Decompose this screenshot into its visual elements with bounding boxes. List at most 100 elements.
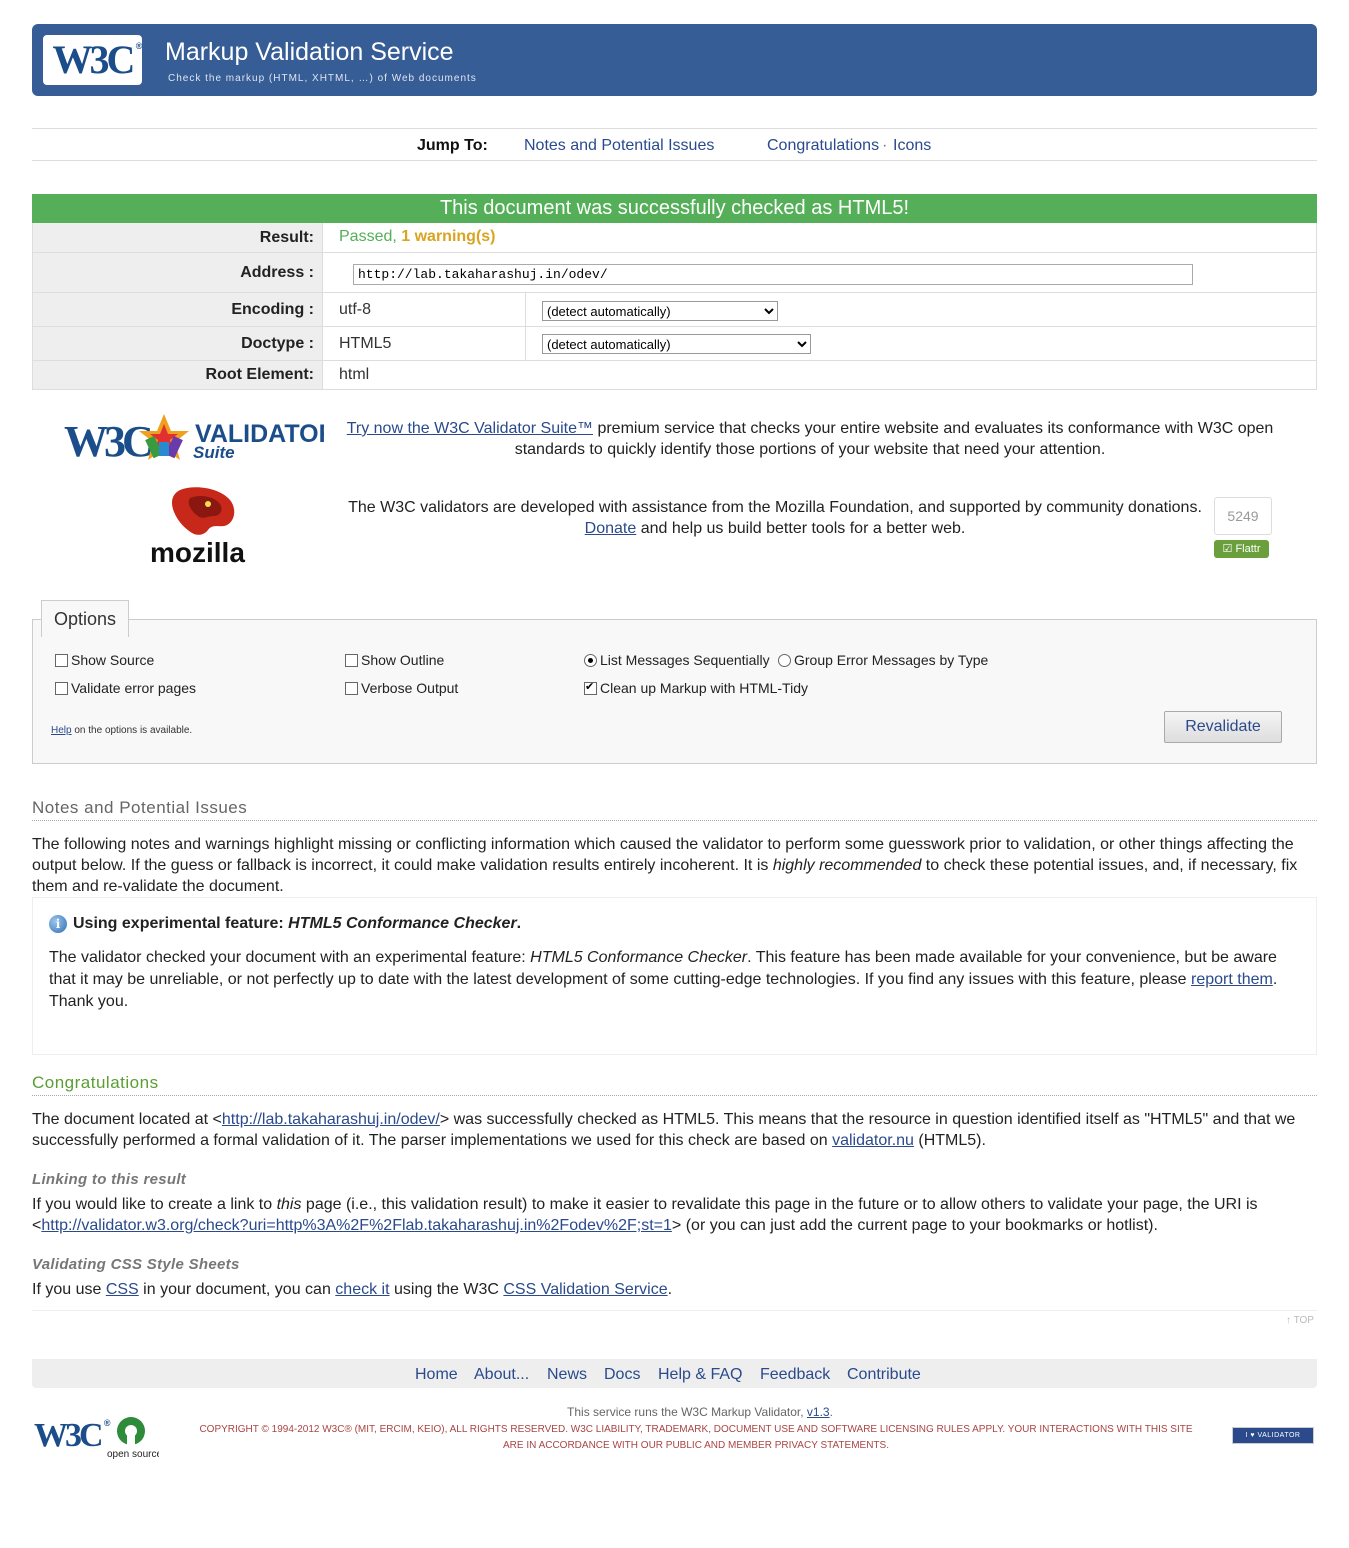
list-sequential-radio[interactable] <box>584 653 597 667</box>
encoding-label: Encoding : <box>33 293 323 326</box>
mozilla-word: mozilla <box>150 537 245 566</box>
result-value: Passed, 1 warning(s) <box>339 228 496 246</box>
css-validation-text: If you use CSS in your document, you can… <box>32 1279 1317 1300</box>
css-validation-service-link[interactable]: CSS Validation Service <box>503 1281 667 1298</box>
footer-link-help-faq[interactable]: Help & FAQ <box>658 1366 742 1384</box>
copyright-text: COPYRIGHT © 1994-2012 W3C® (MIT, ERCIM, … <box>199 1424 1193 1451</box>
congratulations-section-title: Congratulations <box>32 1073 1317 1096</box>
validate-error-pages-label: Validate error pages <box>71 680 197 696</box>
verbose-output-option[interactable]: Verbose Output <box>345 680 458 696</box>
validator-suite-link[interactable]: Try now the W3C Validator Suite™ <box>347 420 593 437</box>
validator-suite-promo: Try now the W3C Validator Suite™ premium… <box>340 418 1280 460</box>
footer-nav: Home About... News Docs Help & FAQ Feedb… <box>32 1359 1317 1388</box>
linking-text-1: If you would like to create a link to <box>32 1196 277 1213</box>
open-source-logo[interactable]: open source <box>107 1415 162 1461</box>
verbose-output-checkbox[interactable] <box>345 681 358 695</box>
notes-intro: The following notes and warnings highlig… <box>32 834 1317 897</box>
page-subtitle: Check the markup (HTML, XHTML, …) of Web… <box>168 73 477 84</box>
msg-title-text: Using experimental feature: <box>73 915 289 932</box>
revalidate-button[interactable]: Revalidate <box>1164 711 1282 743</box>
result-passed: Passed, <box>339 228 397 245</box>
footer-runs-prefix: This service runs the W3C Markup Validat… <box>567 1405 807 1419</box>
options-tab[interactable]: Options <box>41 600 129 637</box>
congratulations-text: The document located at <http://lab.taka… <box>32 1109 1317 1151</box>
msg-body-text: The validator checked your document with… <box>49 949 531 966</box>
flattr-icon: ☑ <box>1222 543 1233 555</box>
linking-emphasis: this <box>276 1196 302 1213</box>
show-outline-checkbox[interactable] <box>345 653 358 667</box>
list-sequential-option[interactable]: List Messages Sequentially <box>584 652 770 668</box>
show-outline-label: Show Outline <box>361 652 445 668</box>
footer-w3c-mark: W3C ® <box>34 1417 111 1454</box>
report-them-link[interactable]: report them <box>1191 971 1273 988</box>
notes-intro-emphasis: highly recommended <box>772 857 922 874</box>
msg-title-end: . <box>516 915 522 932</box>
footer-copyright: COPYRIGHT © 1994-2012 W3C® (MIT, ERCIM, … <box>190 1422 1202 1454</box>
open-source-label: open source <box>107 1449 159 1460</box>
root-element-value: html <box>339 366 370 383</box>
group-by-type-option[interactable]: Group Error Messages by Type <box>778 652 988 668</box>
group-by-type-label: Group Error Messages by Type <box>794 652 989 668</box>
i-love-validator-badge[interactable]: I ♥ VALIDATOR <box>1232 1427 1314 1444</box>
result-warning-count[interactable]: 1 warning(s) <box>401 228 495 245</box>
warning-message-body: The validator checked your document with… <box>49 947 1299 1013</box>
w3c-logo-mark: W3C ® <box>52 37 143 82</box>
result-uri-link[interactable]: http://validator.w3.org/check?uri=http%3… <box>41 1217 672 1234</box>
checked-document-link[interactable]: http://lab.takaharashuj.in/odev/ <box>222 1111 440 1128</box>
show-source-label: Show Source <box>71 652 155 668</box>
version-link[interactable]: v1.3 <box>807 1405 830 1419</box>
footer-runs-text: This service runs the W3C Markup Validat… <box>200 1405 1200 1419</box>
validator-nu-link[interactable]: validator.nu <box>832 1132 914 1149</box>
validator-suite-logo[interactable]: W3C VALIDATOR Suite <box>64 408 337 468</box>
check-it-link[interactable]: check it <box>335 1281 389 1298</box>
show-outline-option[interactable]: Show Outline <box>345 652 444 668</box>
address-input[interactable] <box>353 264 1193 285</box>
donate-link[interactable]: Donate <box>585 520 637 537</box>
footer-link-home[interactable]: Home <box>415 1366 458 1384</box>
msg-body-emphasis: HTML5 Conformance Checker <box>530 949 748 966</box>
linking-text-3: > (or you can just add the current page … <box>671 1217 1158 1234</box>
css-text-3: using the W3C <box>389 1281 504 1298</box>
svg-text:W3C: W3C <box>64 417 151 466</box>
jump-separator: · <box>882 137 888 154</box>
w3c-logo[interactable]: W3C ® <box>43 35 142 85</box>
options-help-link[interactable]: Help <box>51 725 72 736</box>
jump-link-notes[interactable]: Notes and Potential Issues <box>524 137 714 155</box>
result-table: Result: Passed, 1 warning(s) Address : E… <box>32 223 1317 390</box>
css-link[interactable]: CSS <box>106 1281 139 1298</box>
doctype-select[interactable]: (detect automatically) <box>542 334 811 354</box>
validator-suite-text: premium service that checks your entire … <box>514 420 1274 458</box>
validate-error-pages-checkbox[interactable] <box>55 681 68 695</box>
footer-w3c-logo[interactable]: W3C ® <box>34 1417 111 1454</box>
jump-link-congratulations[interactable]: Congratulations <box>767 137 879 155</box>
list-sequential-label: List Messages Sequentially <box>600 652 770 668</box>
result-row: Result: Passed, 1 warning(s) <box>33 223 1316 253</box>
css-text-4: . <box>667 1281 673 1298</box>
group-by-type-radio[interactable] <box>778 653 791 667</box>
show-source-option[interactable]: Show Source <box>55 652 154 668</box>
cleanup-tidy-option[interactable]: Clean up Markup with HTML-Tidy <box>584 680 808 696</box>
footer-link-contribute[interactable]: Contribute <box>847 1366 921 1384</box>
msg-title-emphasis: HTML5 Conformance Checker <box>288 915 517 932</box>
flattr-count: 5249 <box>1214 497 1272 535</box>
footer-link-docs[interactable]: Docs <box>604 1366 640 1384</box>
validator-suite-sub: Suite <box>193 443 235 462</box>
css-text-2: in your document, you can <box>138 1281 336 1298</box>
footer-link-feedback[interactable]: Feedback <box>760 1366 830 1384</box>
cleanup-tidy-checkbox[interactable] <box>584 680 597 695</box>
validate-error-pages-option[interactable]: Validate error pages <box>55 680 196 696</box>
css-validation-title: Validating CSS Style Sheets <box>32 1256 240 1273</box>
flattr-button[interactable]: ☑ Flattr <box>1214 540 1269 558</box>
show-source-checkbox[interactable] <box>55 653 68 667</box>
back-to-top-link[interactable]: ↑ TOP <box>1286 1315 1314 1326</box>
footer-link-about[interactable]: About... <box>474 1366 529 1384</box>
jump-nav: Jump To: Notes and Potential Issues Cong… <box>32 128 1317 161</box>
footer-link-news[interactable]: News <box>547 1366 587 1384</box>
jump-label: Jump To: <box>417 137 488 154</box>
encoding-select[interactable]: (detect automatically) <box>542 301 778 321</box>
jump-link-icons[interactable]: Icons <box>893 137 931 155</box>
mozilla-logo[interactable]: mozilla <box>150 486 250 568</box>
donate-text: and help us build better tools for a bet… <box>636 520 966 537</box>
css-text-1: If you use <box>32 1281 106 1298</box>
root-element-row: Root Element: html <box>33 361 1316 389</box>
